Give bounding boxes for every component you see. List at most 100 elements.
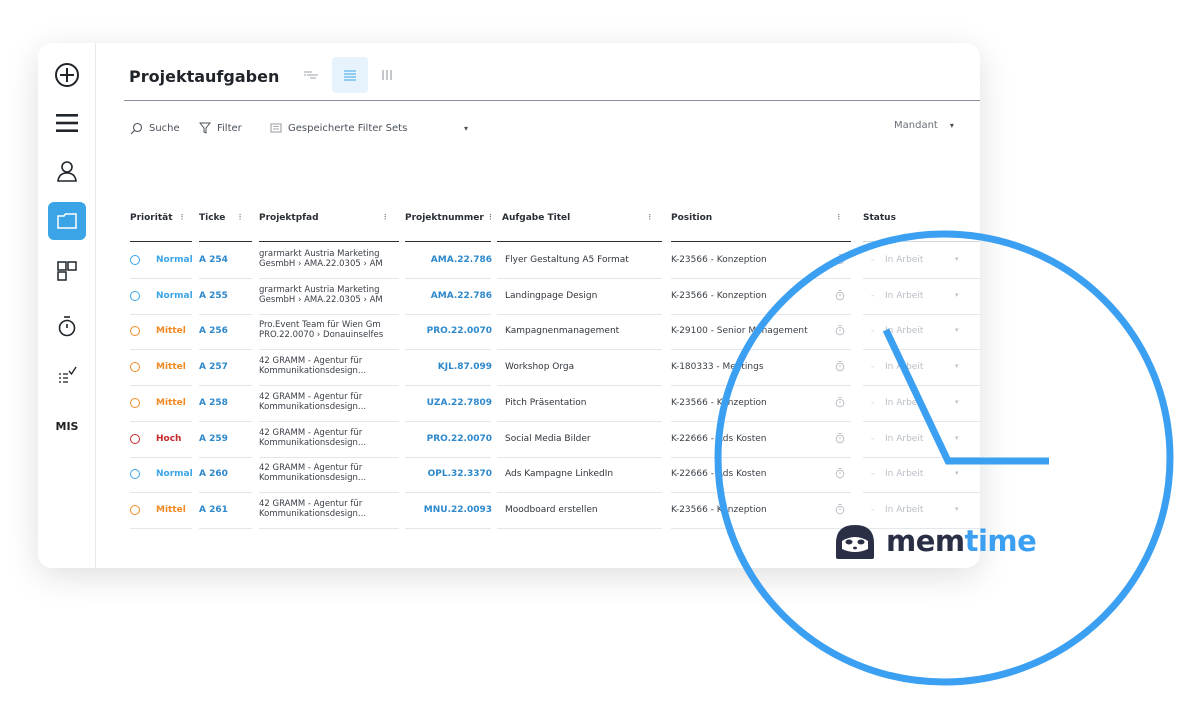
task-title-cell[interactable]: Workshop Orga xyxy=(505,362,574,372)
task-title-cell[interactable]: Pitch Präsentation xyxy=(505,398,586,408)
project-path-cell: 42 GRAMM - Agentur für Kommunikationsdesi… xyxy=(259,392,399,412)
page-title: Projektaufgaben xyxy=(129,67,280,86)
priority-indicator-icon xyxy=(130,326,140,337)
project-path-cell: 42 GRAMM - Agentur für Kommunikationsdesi… xyxy=(259,499,399,519)
brand-name-time: time xyxy=(964,524,1037,558)
stopwatch-icon[interactable] xyxy=(48,307,86,345)
search-label: Suche xyxy=(149,123,180,134)
ticket-cell[interactable]: A 256 xyxy=(199,326,228,336)
saved-filters-icon xyxy=(270,123,282,133)
ticket-cell[interactable]: A 258 xyxy=(199,398,228,408)
column-header-position[interactable]: Position ⁝ xyxy=(671,213,840,223)
project-number-cell[interactable]: OPL.32.3370 xyxy=(406,469,492,479)
project-path-line-1: 42 GRAMM - Agentur für xyxy=(259,498,363,509)
row-divider xyxy=(199,527,252,529)
project-path-line-1: Pro.Event Team für Wien Gm xyxy=(259,320,381,331)
ticket-cell[interactable]: A 254 xyxy=(199,255,228,265)
task-title-cell[interactable]: Landingpage Design xyxy=(505,291,597,301)
column-header-ticket[interactable]: Ticke ⁝ xyxy=(199,213,241,223)
project-path-line-2: Kommunikationsdesign... xyxy=(259,401,367,412)
priority-cell: Hoch xyxy=(156,433,182,444)
memtime-logo: memtime xyxy=(832,521,1037,561)
priority-cell: Mittel xyxy=(156,326,186,337)
task-title-cell[interactable]: Ads Kampagne LinkedIn xyxy=(505,469,613,479)
row-divider xyxy=(497,527,662,529)
saved-filters-label: Gespeicherte Filter Sets xyxy=(288,122,408,134)
task-title-cell[interactable]: Flyer Gestaltung A5 Format xyxy=(505,255,629,265)
column-header-priority[interactable]: Priorität ⁝ xyxy=(130,213,184,223)
task-title-cell[interactable]: Kampagnenmanagement xyxy=(505,326,619,336)
project-path-line-2: GesmbH › AMA.22.0305 › AM xyxy=(259,259,383,269)
clock-icon xyxy=(714,230,1174,686)
ticket-cell[interactable]: A 257 xyxy=(199,362,228,372)
row-divider xyxy=(405,527,491,529)
board-view-icon[interactable] xyxy=(369,57,405,93)
add-circle-icon[interactable] xyxy=(48,56,86,94)
folder-icon[interactable] xyxy=(48,202,86,240)
project-number-cell[interactable]: AMA.22.786 xyxy=(406,291,492,301)
priority-indicator-icon xyxy=(130,433,140,444)
project-path-line-1: grarmarkt Austria Marketing xyxy=(259,284,380,295)
list-view-icon[interactable] xyxy=(332,57,368,93)
project-path-cell: 42 GRAMM - Agentur für Kommunikationsdesi… xyxy=(259,463,399,483)
priority-indicator-icon xyxy=(130,255,140,265)
priority-cell: Normal xyxy=(156,469,193,480)
priority-cell: Mittel xyxy=(156,397,186,408)
dashboard-icon[interactable] xyxy=(48,252,86,290)
column-underline xyxy=(405,241,491,242)
sloth-logo-icon xyxy=(836,525,874,559)
chevron-down-icon: ▾ xyxy=(949,121,954,130)
mis-label[interactable]: MIS xyxy=(48,420,86,433)
priority-cell: Normal xyxy=(156,290,193,301)
project-path-line-1: 42 GRAMM - Agentur für xyxy=(259,391,363,402)
mandant-dropdown[interactable]: Mandant ▾ xyxy=(894,120,954,131)
project-path-line-1: 42 GRAMM - Agentur für xyxy=(259,463,363,474)
project-path-cell: 42 GRAMM - Agentur für Kommunikationsdesi… xyxy=(259,428,399,448)
project-number-cell[interactable]: PRO.22.0070 xyxy=(406,434,492,444)
user-icon[interactable] xyxy=(48,152,86,190)
priority-indicator-icon xyxy=(130,397,140,408)
chevron-down-icon: ▾ xyxy=(464,123,469,133)
task-title-cell[interactable]: Moodboard erstellen xyxy=(505,505,598,515)
gantt-view-icon[interactable] xyxy=(293,57,329,93)
search-button[interactable]: Suche xyxy=(130,122,180,135)
project-number-cell[interactable]: UZA.22.7809 xyxy=(406,398,492,408)
filter-button[interactable]: Filter xyxy=(199,122,242,134)
project-path-line-1: grarmarkt Austria Marketing xyxy=(259,249,380,259)
priority-cell: Mittel xyxy=(156,504,186,515)
project-number-cell[interactable]: KJL.87.099 xyxy=(406,362,492,372)
saved-filter-sets-dropdown[interactable]: Gespeicherte Filter Sets ▾ xyxy=(270,122,468,134)
filter-label: Filter xyxy=(217,122,242,134)
column-underline xyxy=(199,241,252,242)
mandant-label: Mandant xyxy=(894,120,938,131)
task-title-cell[interactable]: Social Media Bilder xyxy=(505,434,591,444)
sidebar: MIS xyxy=(38,43,96,568)
column-underline xyxy=(497,241,662,242)
menu-icon[interactable] xyxy=(48,104,86,142)
project-number-cell[interactable]: MNU.22.0093 xyxy=(406,505,492,515)
ticket-cell[interactable]: A 255 xyxy=(199,291,228,301)
priority-cell: Mittel xyxy=(156,362,186,373)
project-number-cell[interactable]: PRO.22.0070 xyxy=(406,326,492,336)
ticket-cell[interactable]: A 260 xyxy=(199,469,228,479)
row-divider xyxy=(259,527,399,529)
header-divider xyxy=(124,100,980,101)
project-path-cell: grarmarkt Austria Marketing GesmbH › AMA.… xyxy=(259,249,399,269)
column-header-project-path[interactable]: Projektpfad ⁝ xyxy=(259,213,387,223)
ticket-cell[interactable]: A 261 xyxy=(199,505,228,515)
project-path-line-2: PRO.22.0070 › Donauinselfes xyxy=(259,330,384,341)
project-path-cell: Pro.Event Team für Wien Gm PRO.22.0070 › … xyxy=(259,320,399,340)
column-underline xyxy=(259,241,399,242)
ticket-cell[interactable]: A 259 xyxy=(199,434,228,444)
filter-icon xyxy=(199,122,211,134)
project-path-line-2: Kommunikationsdesign... xyxy=(259,366,367,377)
column-header-project-number[interactable]: Projektnummer ⁝ xyxy=(405,213,492,223)
column-header-status[interactable]: Status xyxy=(863,213,896,223)
brand-name-mem: mem xyxy=(886,524,965,558)
column-header-task-title[interactable]: Aufgabe Titel ⁝ xyxy=(502,213,651,223)
project-number-cell[interactable]: AMA.22.786 xyxy=(406,255,492,265)
project-path-cell: 42 GRAMM - Agentur für Kommunikationsdesi… xyxy=(259,356,399,376)
checklist-icon[interactable] xyxy=(48,356,86,394)
priority-indicator-icon xyxy=(130,290,140,301)
priority-cell: Normal xyxy=(156,255,193,265)
